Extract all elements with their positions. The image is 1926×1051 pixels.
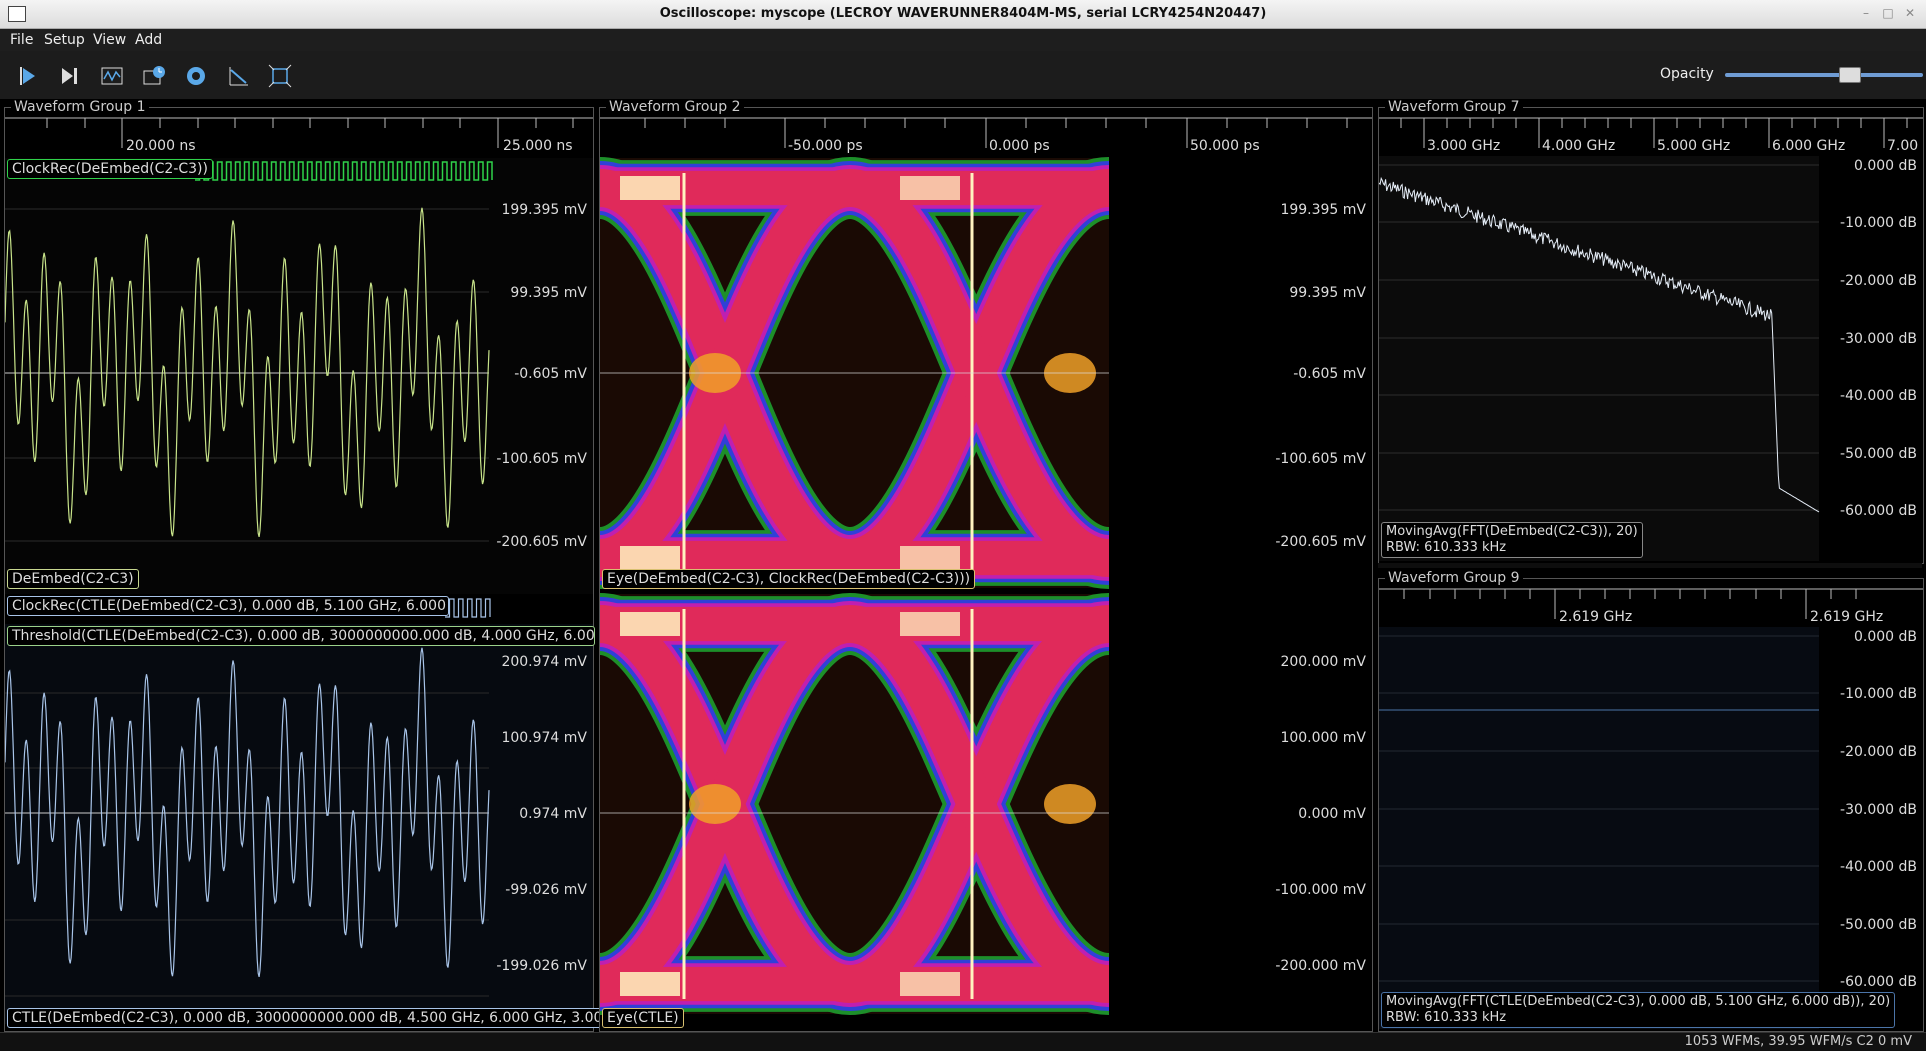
threshold-channel-label[interactable]: Threshold(CTLE(DeEmbed(C2-C3), 0.000 dB,… [7,626,595,646]
time-label: 25.000 ns [503,138,573,154]
spectrum-plot-9[interactable]: 2.619 GHz 2.619 GHz 0.000 dB -10.000 dB … [1379,579,1923,1031]
settings-icon[interactable] [180,61,212,91]
spectrum-channel-label[interactable]: MovingAvg(FFT(CTLE(DeEmbed(C2-C3), 0.000… [1381,992,1896,1028]
db-label: -30.000 dB [1840,331,1917,347]
db-label: -10.000 dB [1840,686,1917,702]
volt-label: 99.395 mV [510,285,587,301]
channel-label[interactable]: Eye(DeEmbed(C2-C3), ClockRec(DeEmbed(C2-… [602,569,976,589]
volt-label: 199.395 mV [501,202,587,218]
window-title: Oscilloscope: myscope (LECROY WAVERUNNER… [659,6,1267,21]
volt-label: 0.000 mV [1298,806,1366,822]
history-icon[interactable] [138,61,170,91]
freq-label: 4.000 GHz [1542,138,1615,154]
time-label: 50.000 ps [1190,138,1260,154]
rbw-value: RBW: 610.333 kHz [1386,540,1507,555]
channel-label[interactable]: Eye(CTLE) [602,1008,684,1028]
volt-label: -100.605 mV [496,451,587,467]
spectrum-name: MovingAvg(FFT(DeEmbed(C2-C3)), 20) [1386,524,1638,539]
menu-setup[interactable]: Setup [44,32,85,48]
freq-label: 2.619 GHz [1810,609,1883,625]
maximize-icon[interactable]: □ [1880,6,1896,20]
db-label: -60.000 dB [1840,503,1917,519]
freq-label: 6.000 GHz [1772,138,1845,154]
waveform-group-2: Waveform Group 2 -50.000 ps 0.000 ps 50.… [599,99,1373,1032]
volt-label: 99.395 mV [1289,285,1366,301]
freq-label: 7.00 [1887,138,1918,154]
db-label: -20.000 dB [1840,273,1917,289]
db-label: -10.000 dB [1840,215,1917,231]
measure-icon[interactable] [222,61,254,91]
volt-label: -200.605 mV [496,534,587,550]
db-label: -50.000 dB [1840,917,1917,933]
volt-label: 100.000 mV [1280,730,1366,746]
time-label: 0.000 ps [989,138,1050,154]
db-label: -60.000 dB [1840,974,1917,990]
spectrum-channel-label[interactable]: MovingAvg(FFT(DeEmbed(C2-C3)), 20) RBW: … [1381,522,1643,558]
freq-label: 3.000 GHz [1427,138,1500,154]
db-label: 0.000 dB [1854,158,1917,174]
volt-label: -199.026 mV [496,958,587,974]
freq-label: 2.619 GHz [1559,609,1632,625]
clock-channel-label[interactable]: ClockRec(DeEmbed(C2-C3)) [7,159,213,179]
volt-label: 200.000 mV [1280,654,1366,670]
menu-bar: File Setup View Add [0,29,1926,51]
volt-label: -200.000 mV [1275,958,1366,974]
volt-label: 100.974 mV [501,730,587,746]
db-label: -40.000 dB [1840,388,1917,404]
clock-channel-label[interactable]: ClockRec(CTLE(DeEmbed(C2-C3), 0.000 dB, … [7,596,449,616]
volt-label: -100.605 mV [1275,451,1366,467]
volt-label: 0.974 mV [519,806,587,822]
time-label: -50.000 ps [788,138,863,154]
play-icon[interactable] [12,61,44,91]
close-icon[interactable]: ✕ [1902,6,1918,20]
menu-view[interactable]: View [93,32,126,48]
db-label: -50.000 dB [1840,446,1917,462]
waveform-group-7: Waveform Group 7 3.000 GHz 4.000 GHz 5.0… [1378,99,1924,564]
volt-label: -99.026 mV [505,882,587,898]
db-label: -20.000 dB [1840,744,1917,760]
status-text: 1053 WFMs, 39.95 WFM/s C2 0 mV [1684,1034,1912,1049]
volt-label: -100.000 mV [1275,882,1366,898]
db-label: 0.000 dB [1854,629,1917,645]
waveform-group-9: Waveform Group 9 2.619 GHz 2.619 GHz 0.0… [1378,570,1924,1032]
menu-file[interactable]: File [10,32,33,48]
rbw-value: RBW: 610.333 kHz [1386,1010,1507,1025]
channel-label[interactable]: DeEmbed(C2-C3) [7,569,139,589]
opacity-slider-handle[interactable] [1838,67,1861,83]
spectrum-name: MovingAvg(FFT(CTLE(DeEmbed(C2-C3), 0.000… [1386,994,1891,1009]
db-label: -40.000 dB [1840,859,1917,875]
eye-diagram-bottom [600,592,1113,1016]
db-label: -30.000 dB [1840,802,1917,818]
volt-label: 200.974 mV [501,654,587,670]
minimize-icon[interactable]: – [1858,6,1874,20]
step-icon[interactable] [54,61,86,91]
time-label: 20.000 ns [126,138,196,154]
waveform-icon[interactable] [96,61,128,91]
volt-label: -0.605 mV [1293,366,1366,382]
spectrum-plot-7[interactable]: 3.000 GHz 4.000 GHz 5.000 GHz 6.000 GHz … [1379,108,1923,563]
toolbar: Opacity [0,51,1926,99]
channel-label[interactable]: CTLE(DeEmbed(C2-C3), 0.000 dB, 300000000… [7,1008,645,1028]
opacity-label: Opacity [1660,66,1714,82]
menu-add[interactable]: Add [135,32,162,48]
title-bar: Oscilloscope: myscope (LECROY WAVERUNNER… [0,0,1926,29]
opacity-slider[interactable] [1725,67,1923,83]
volt-label: -200.605 mV [1275,534,1366,550]
waveform-group-1: Waveform Group 1 20.000 ns 25.000 ns 199… [4,99,645,1032]
splitter-handle[interactable] [1378,563,1922,568]
fit-icon[interactable] [264,61,296,91]
status-bar: 1053 WFMs, 39.95 WFM/s C2 0 mV [0,1032,1926,1051]
volt-label: -0.605 mV [514,366,587,382]
freq-label: 5.000 GHz [1657,138,1730,154]
volt-label: 199.395 mV [1280,202,1366,218]
